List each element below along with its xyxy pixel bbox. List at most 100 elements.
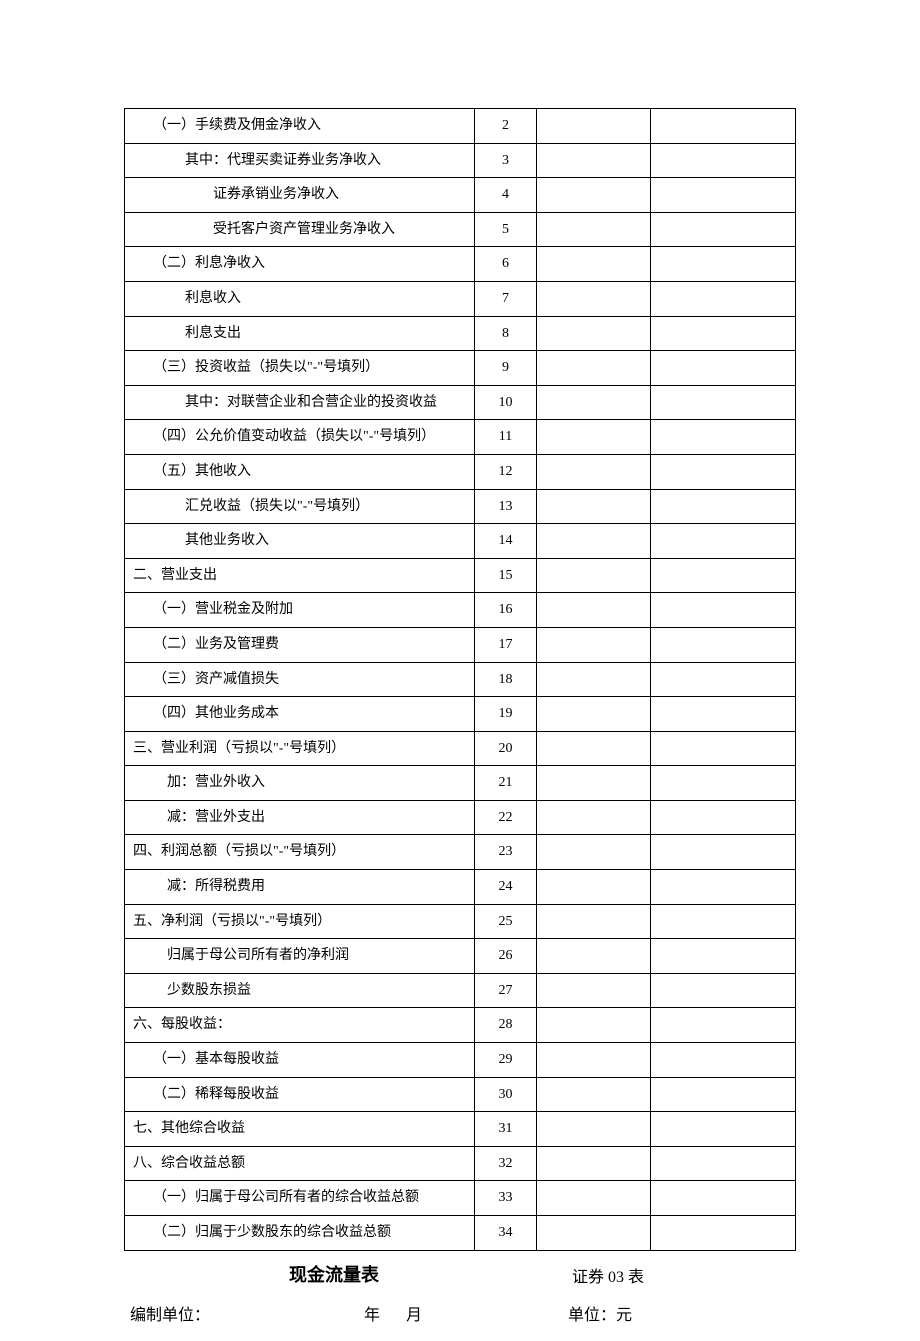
row-value-1 (537, 385, 651, 420)
row-value-2 (651, 697, 796, 732)
row-value-2 (651, 662, 796, 697)
row-value-1 (537, 870, 651, 905)
income-statement-table: （一）手续费及佣金净收入2其中：代理买卖证券业务净收入3证券承销业务净收入4受托… (124, 108, 796, 1251)
row-value-2 (651, 247, 796, 282)
row-label: （二）业务及管理费 (125, 627, 475, 662)
table-row: （一）营业税金及附加16 (125, 593, 796, 628)
row-label: （一）基本每股收益 (125, 1043, 475, 1078)
row-label: 其中：代理买卖证券业务净收入 (125, 143, 475, 178)
row-number: 7 (475, 281, 537, 316)
row-label: （三）投资收益（损失以"-"号填列） (125, 351, 475, 386)
row-value-1 (537, 351, 651, 386)
date-label: 年 月 (364, 1301, 424, 1325)
row-label: （一）归属于母公司所有者的综合收益总额 (125, 1181, 475, 1216)
row-label: （四）其他业务成本 (125, 697, 475, 732)
table-row: （一）归属于母公司所有者的综合收益总额33 (125, 1181, 796, 1216)
unit-label: 单位：元 (568, 1301, 632, 1325)
row-value-2 (651, 212, 796, 247)
row-number: 20 (475, 731, 537, 766)
row-value-1 (537, 766, 651, 801)
row-value-2 (651, 766, 796, 801)
next-table-header: 现金流量表 证券 03 表 编制单位： 年 月 单位：元 (124, 1261, 796, 1341)
table-row: 其中：对联营企业和合营企业的投资收益10 (125, 385, 796, 420)
row-value-1 (537, 1216, 651, 1251)
row-value-1 (537, 1008, 651, 1043)
row-value-1 (537, 316, 651, 351)
table-row: 受托客户资产管理业务净收入5 (125, 212, 796, 247)
row-value-2 (651, 454, 796, 489)
row-value-1 (537, 454, 651, 489)
row-label: 八、综合收益总额 (125, 1146, 475, 1181)
row-number: 34 (475, 1216, 537, 1251)
cashflow-title: 现金流量表 (289, 1261, 379, 1287)
row-value-2 (651, 731, 796, 766)
row-value-1 (537, 1146, 651, 1181)
row-number: 2 (475, 109, 537, 144)
table-row: 七、其他综合收益31 (125, 1112, 796, 1147)
row-label: 六、每股收益： (125, 1008, 475, 1043)
row-value-2 (651, 835, 796, 870)
row-value-2 (651, 973, 796, 1008)
table-row: （二）业务及管理费17 (125, 627, 796, 662)
row-label: （一）手续费及佣金净收入 (125, 109, 475, 144)
row-label: 利息收入 (125, 281, 475, 316)
row-value-1 (537, 1181, 651, 1216)
row-value-1 (537, 835, 651, 870)
row-label: 归属于母公司所有者的净利润 (125, 939, 475, 974)
month-label: 月 (406, 1307, 424, 1324)
row-value-2 (651, 1146, 796, 1181)
row-value-2 (651, 316, 796, 351)
table-row: 其他业务收入14 (125, 524, 796, 559)
table-row: 减：营业外支出22 (125, 800, 796, 835)
table-row: （二）稀释每股收益30 (125, 1077, 796, 1112)
row-value-1 (537, 524, 651, 559)
row-value-1 (537, 247, 651, 282)
row-value-1 (537, 212, 651, 247)
table-row: 二、营业支出15 (125, 558, 796, 593)
table-row: 其中：代理买卖证券业务净收入3 (125, 143, 796, 178)
row-value-2 (651, 1008, 796, 1043)
table-row: 六、每股收益：28 (125, 1008, 796, 1043)
row-label: （三）资产减值损失 (125, 662, 475, 697)
row-label: （五）其他收入 (125, 454, 475, 489)
row-label: 利息支出 (125, 316, 475, 351)
table-row: （五）其他收入12 (125, 454, 796, 489)
table-row: 证券承销业务净收入4 (125, 178, 796, 213)
row-number: 15 (475, 558, 537, 593)
row-value-2 (651, 1077, 796, 1112)
table-row: 归属于母公司所有者的净利润26 (125, 939, 796, 974)
row-label: 七、其他综合收益 (125, 1112, 475, 1147)
row-label: 三、营业利润（亏损以"-"号填列） (125, 731, 475, 766)
row-number: 9 (475, 351, 537, 386)
row-label: 五、净利润（亏损以"-"号填列） (125, 904, 475, 939)
row-number: 33 (475, 1181, 537, 1216)
row-number: 3 (475, 143, 537, 178)
row-value-2 (651, 109, 796, 144)
row-label: 减：所得税费用 (125, 870, 475, 905)
table-row: （二）归属于少数股东的综合收益总额34 (125, 1216, 796, 1251)
row-label: （二）归属于少数股东的综合收益总额 (125, 1216, 475, 1251)
table-row: （三）投资收益（损失以"-"号填列）9 (125, 351, 796, 386)
row-value-1 (537, 904, 651, 939)
row-number: 30 (475, 1077, 537, 1112)
row-number: 6 (475, 247, 537, 282)
row-label: 汇兑收益（损失以"-"号填列） (125, 489, 475, 524)
row-value-2 (651, 489, 796, 524)
row-label: 加：营业外收入 (125, 766, 475, 801)
row-value-1 (537, 627, 651, 662)
row-label: 受托客户资产管理业务净收入 (125, 212, 475, 247)
row-number: 8 (475, 316, 537, 351)
year-label: 年 (364, 1307, 382, 1324)
row-label: 减：营业外支出 (125, 800, 475, 835)
row-value-2 (651, 524, 796, 559)
row-value-1 (537, 939, 651, 974)
row-number: 14 (475, 524, 537, 559)
row-number: 25 (475, 904, 537, 939)
row-number: 5 (475, 212, 537, 247)
row-number: 22 (475, 800, 537, 835)
row-value-1 (537, 697, 651, 732)
row-label: 其中：对联营企业和合营企业的投资收益 (125, 385, 475, 420)
row-label: （一）营业税金及附加 (125, 593, 475, 628)
row-number: 29 (475, 1043, 537, 1078)
table-row: 利息支出8 (125, 316, 796, 351)
